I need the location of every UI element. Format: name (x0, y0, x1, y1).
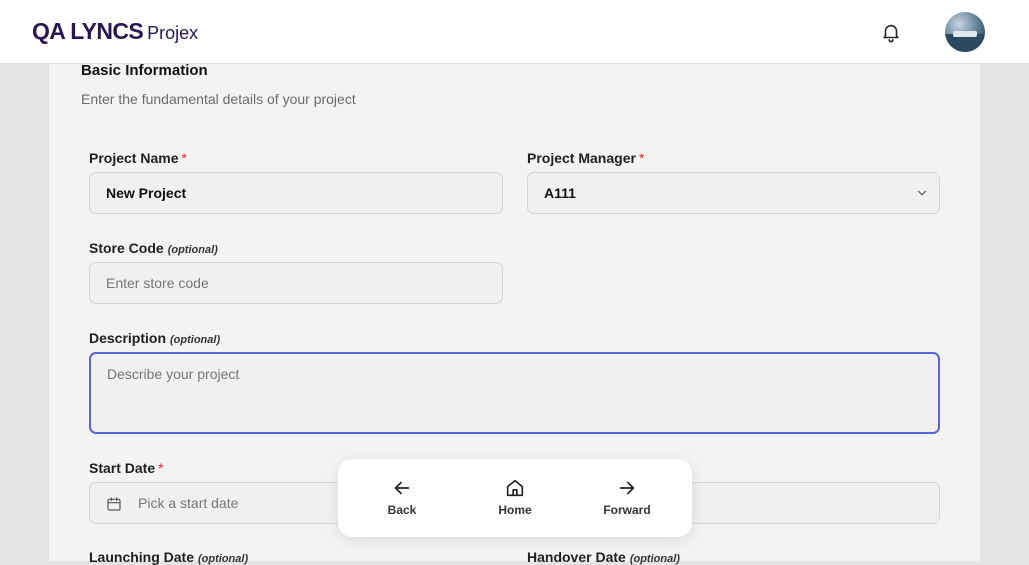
section-subtitle: Enter the fundamental details of your pr… (81, 91, 356, 107)
calendar-icon (107, 497, 121, 511)
project-manager-label: Project Manager * (527, 150, 644, 166)
back-label: Back (387, 503, 417, 517)
store-code-label-text: Store Code (89, 240, 164, 256)
arrow-left-icon (394, 481, 410, 495)
home-icon (506, 479, 524, 497)
launching-date-label-text: Launching Date (89, 549, 195, 565)
description-label-text: Description (89, 330, 167, 346)
required-mark: * (181, 150, 187, 166)
forward-button[interactable]: Forward (587, 477, 667, 517)
project-name-label-text: Project Name (89, 150, 179, 166)
home-button[interactable]: Home (475, 477, 555, 517)
start-date-label-text: Start Date (89, 460, 156, 476)
optional-tag: (optional) (170, 334, 221, 346)
optional-tag: (optional) (198, 553, 249, 565)
back-button[interactable]: Back (362, 477, 442, 517)
required-mark: * (158, 460, 164, 476)
store-code-label: Store Code (optional) (89, 240, 218, 256)
avatar-ship (953, 31, 977, 37)
project-manager-select[interactable]: A111 (527, 172, 940, 214)
project-name-input[interactable]: New Project (89, 172, 503, 214)
start-date-label: Start Date * (89, 460, 164, 476)
project-manager-label-text: Project Manager (527, 150, 636, 166)
brand-sub: Projex (147, 23, 199, 43)
optional-tag: (optional) (629, 553, 680, 565)
description-textarea[interactable]: Describe your project (89, 352, 940, 434)
avatar[interactable] (945, 12, 985, 52)
arrow-right-icon (619, 481, 635, 495)
start-date-placeholder: Pick a start date (138, 495, 239, 511)
required-mark: * (638, 150, 645, 166)
chevron-down-icon (917, 190, 927, 196)
forward-label: Forward (603, 503, 651, 517)
handover-date-label-text: Handover Date (527, 549, 626, 565)
top-bar: QA LYNCS Projex (0, 0, 1029, 64)
optional-tag: (optional) (167, 244, 218, 256)
section-title: Basic Information (81, 62, 208, 79)
bell-icon[interactable] (880, 21, 902, 43)
brand-logo[interactable]: QA LYNCS Projex (32, 18, 198, 45)
handover-date-label: Handover Date (optional) (527, 549, 680, 565)
project-manager-value: A111 (544, 185, 576, 201)
project-name-label: Project Name * (89, 150, 187, 166)
brand-main: QA LYNCS (32, 18, 144, 44)
description-label: Description (optional) (89, 330, 220, 346)
navigation-popup: Back Home Forward (338, 459, 692, 537)
launching-date-label: Launching Date (optional) (89, 549, 248, 565)
store-code-input[interactable]: Enter store code (89, 262, 503, 304)
home-label: Home (498, 503, 532, 517)
